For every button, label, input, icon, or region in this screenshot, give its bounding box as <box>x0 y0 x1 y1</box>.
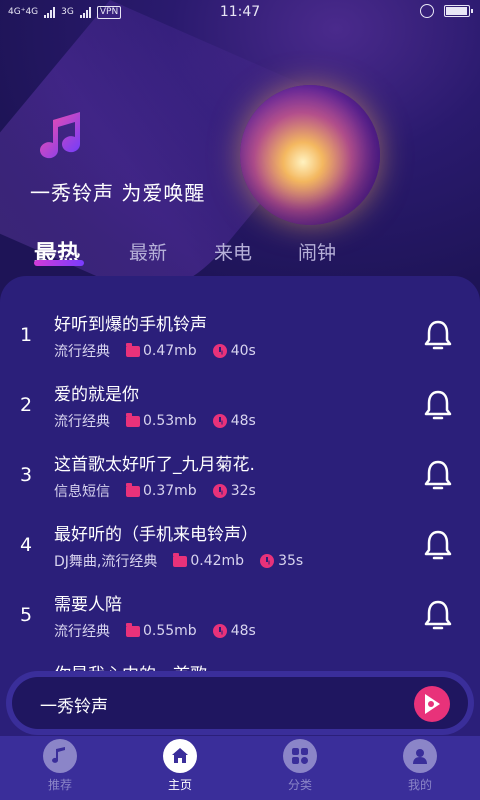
active-tab-indicator <box>34 260 84 266</box>
clock-time: 11:47 <box>219 4 261 20</box>
ringtone-size: 0.53mb <box>126 412 197 429</box>
ringtone-duration: 48s <box>212 623 256 639</box>
tab-incoming-call[interactable]: 来电 <box>214 238 252 265</box>
ringtone-title: 这首歌太好听了_九月菊花. <box>54 455 255 475</box>
rank-number: 5 <box>20 604 33 626</box>
bottom-nav: 推荐 主页 分类 我的 <box>0 736 480 800</box>
mini-player[interactable]: 一秀铃声 <box>12 677 468 729</box>
set-ringtone-bell-icon[interactable] <box>424 530 452 560</box>
rank-number: 1 <box>20 324 33 346</box>
rank-number: 4 <box>20 534 33 556</box>
ringtone-duration: 32s <box>212 483 256 499</box>
music-note-icon <box>43 739 77 773</box>
user-icon <box>403 739 437 773</box>
nav-label: 分类 <box>287 778 312 792</box>
folder-icon <box>126 482 140 497</box>
status-left: 4G⁺4G 3G VPN <box>8 5 122 19</box>
nav-category[interactable]: 分类 <box>260 736 340 800</box>
clock-icon <box>212 484 227 498</box>
battery-level <box>446 7 467 15</box>
play-button[interactable] <box>414 686 450 722</box>
list-item[interactable]: 3 这首歌太好听了_九月菊花. 信息短信 0.37mb 32s <box>0 440 480 510</box>
ringtone-size: 0.47mb <box>126 342 197 359</box>
clock-icon <box>260 554 275 568</box>
duration-value: 48s <box>230 623 256 639</box>
player-title: 一秀铃声 <box>40 697 108 717</box>
network-label: 4G⁺4G <box>8 7 39 17</box>
nav-label: 主页 <box>167 778 192 792</box>
ringtone-duration: 40s <box>212 343 256 359</box>
set-ringtone-bell-icon[interactable] <box>424 320 452 350</box>
folder-icon <box>173 552 188 567</box>
rotation-lock-icon <box>420 4 434 18</box>
ringtone-meta: DJ舞曲,流行经典 0.42mb 35s <box>54 551 303 571</box>
vpn-badge: VPN <box>96 5 122 19</box>
ringtone-category: 流行经典 <box>54 414 110 430</box>
ringtone-meta: 流行经典 0.47mb 40s <box>54 341 256 361</box>
nav-home[interactable]: 主页 <box>140 736 220 800</box>
ringtone-meta: 信息短信 0.37mb 32s <box>54 481 256 501</box>
set-ringtone-bell-icon[interactable] <box>424 600 452 630</box>
ringtone-list: 1 好听到爆的手机铃声 流行经典 0.47mb 40s 2 爱的就是你 流行经典… <box>0 276 480 736</box>
size-value: 0.53mb <box>143 413 197 429</box>
home-icon <box>163 739 197 773</box>
status-bar: 4G⁺4G 3G VPN 11:47 <box>0 0 480 24</box>
duration-value: 35s <box>278 553 304 569</box>
rank-number: 3 <box>20 464 33 486</box>
ringtone-category: DJ舞曲,流行经典 <box>54 554 158 570</box>
list-item[interactable]: 4 最好听的（手机来电铃声） DJ舞曲,流行经典 0.42mb 35s <box>0 510 480 580</box>
clock-icon <box>212 414 227 428</box>
music-note-logo-icon <box>40 112 81 159</box>
nav-label: 推荐 <box>47 778 72 792</box>
ringtone-duration: 48s <box>212 413 256 429</box>
size-value: 0.47mb <box>143 343 197 359</box>
duration-value: 32s <box>230 483 256 499</box>
size-value: 0.37mb <box>143 483 197 499</box>
nav-label: 我的 <box>407 778 432 792</box>
duration-value: 48s <box>230 413 256 429</box>
ringtone-meta: 流行经典 0.55mb 48s <box>54 621 256 641</box>
tab-alarm[interactable]: 闹钟 <box>298 238 336 265</box>
ringtone-duration: 35s <box>260 553 303 569</box>
ringtone-title: 需要人陪 <box>54 595 122 615</box>
signal2-icon <box>79 6 91 18</box>
ringtone-title: 最好听的（手机来电铃声） <box>54 525 258 545</box>
list-item[interactable]: 1 好听到爆的手机铃声 流行经典 0.47mb 40s <box>0 300 480 370</box>
glowing-orb <box>240 85 380 225</box>
ringtone-category: 流行经典 <box>54 344 110 360</box>
nav-mine[interactable]: 我的 <box>380 736 460 800</box>
ringtone-title: 好听到爆的手机铃声 <box>54 315 207 335</box>
category-tabs: 最热 最新 来电 闹钟 <box>0 232 480 272</box>
size-value: 0.55mb <box>143 623 197 639</box>
folder-icon <box>126 412 140 427</box>
ringtone-category: 流行经典 <box>54 624 110 640</box>
folder-icon <box>126 622 140 637</box>
ringtone-size: 0.42mb <box>173 552 245 569</box>
ringtone-meta: 流行经典 0.53mb 48s <box>54 411 256 431</box>
network2-label: 3G <box>61 7 74 17</box>
app-slogan: 一秀铃声 为爱唤醒 <box>30 181 206 205</box>
list-item[interactable]: 2 爱的就是你 流行经典 0.53mb 48s <box>0 370 480 440</box>
set-ringtone-bell-icon[interactable] <box>424 460 452 490</box>
ringtone-size: 0.55mb <box>126 622 197 639</box>
battery-icon <box>444 5 473 17</box>
ringtone-size: 0.37mb <box>126 482 197 499</box>
nav-recommend[interactable]: 推荐 <box>20 736 100 800</box>
set-ringtone-bell-icon[interactable] <box>424 390 452 420</box>
signal-icon <box>44 6 56 18</box>
folder-icon <box>126 342 140 357</box>
size-value: 0.42mb <box>190 553 245 569</box>
rank-number: 2 <box>20 394 33 416</box>
status-right <box>420 4 473 18</box>
duration-value: 40s <box>230 343 256 359</box>
grid-icon <box>283 739 317 773</box>
clock-icon <box>212 344 227 358</box>
ringtone-title: 爱的就是你 <box>54 385 139 405</box>
clock-icon <box>212 624 227 638</box>
list-item[interactable]: 5 需要人陪 流行经典 0.55mb 48s <box>0 580 480 650</box>
ringtone-category: 信息短信 <box>54 484 110 500</box>
tab-new[interactable]: 最新 <box>129 238 167 265</box>
